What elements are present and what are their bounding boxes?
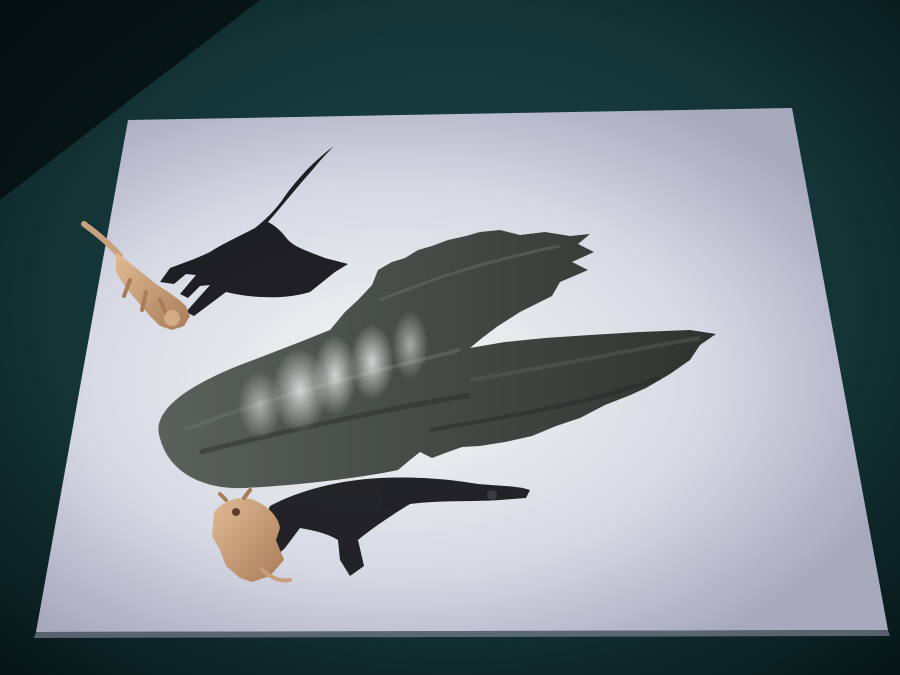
shadow-play-photo — [0, 0, 900, 675]
photo-canvas — [0, 0, 900, 675]
